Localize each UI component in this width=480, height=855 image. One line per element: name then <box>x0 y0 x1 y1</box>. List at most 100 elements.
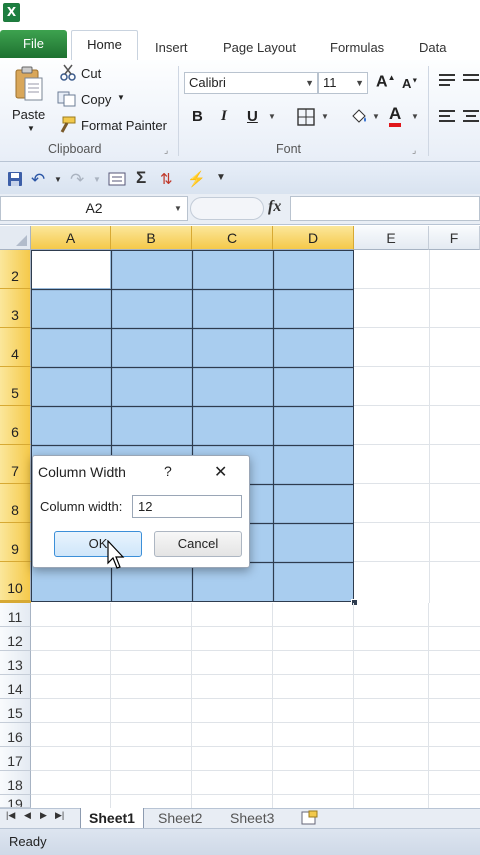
fill-color-icon[interactable] <box>349 107 369 127</box>
row-header-7[interactable]: 7 <box>0 445 31 484</box>
empty-cells[interactable] <box>31 603 480 808</box>
row-header-19[interactable]: 19 <box>0 795 31 808</box>
font-group-label: Font <box>276 142 302 156</box>
row-header-11[interactable]: 11 <box>0 603 31 627</box>
sheet-tab-sheet3[interactable]: Sheet3 <box>230 808 274 828</box>
insert-sheet-icon[interactable] <box>300 810 318 826</box>
last-sheet-icon[interactable]: ▶| <box>55 810 64 821</box>
row-header-3[interactable]: 3 <box>0 289 31 328</box>
wizard-icon[interactable]: ⚡ <box>187 170 206 188</box>
paste-button[interactable]: Paste <box>12 107 45 122</box>
row-header-17[interactable]: 17 <box>0 747 31 771</box>
status-text: Ready <box>9 834 47 849</box>
mouse-cursor-icon <box>106 539 126 572</box>
underline-dropdown-icon[interactable]: ▼ <box>268 112 276 121</box>
row-header-4[interactable]: 4 <box>0 328 31 367</box>
select-all-corner[interactable] <box>0 226 31 250</box>
font-color-dropdown-icon[interactable]: ▼ <box>411 112 419 121</box>
name-box-dropdown-icon[interactable]: ▼ <box>174 204 182 213</box>
format-painter-icon[interactable] <box>57 116 77 134</box>
row-header-5[interactable]: 5 <box>0 367 31 406</box>
copy-icon[interactable] <box>57 91 77 107</box>
borders-dropdown-icon[interactable]: ▼ <box>321 112 329 121</box>
row-header-15[interactable]: 15 <box>0 699 31 723</box>
underline-button[interactable]: U <box>247 108 258 125</box>
insert-function-icon[interactable]: fx <box>268 198 281 216</box>
prev-sheet-icon[interactable]: ◀ <box>24 810 31 821</box>
font-color-button[interactable]: A <box>389 105 402 127</box>
align-left-icon[interactable] <box>438 109 456 123</box>
font-size-select[interactable]: 11 ▼ <box>318 72 368 94</box>
bold-button[interactable]: B <box>192 108 203 125</box>
name-box[interactable]: A2 <box>0 196 188 221</box>
scissors-icon[interactable] <box>59 64 77 82</box>
empty-cells-right[interactable] <box>354 250 480 603</box>
undo-dropdown-icon[interactable]: ▼ <box>54 175 62 184</box>
row-header-8[interactable]: 8 <box>0 484 31 523</box>
close-icon[interactable]: ✕ <box>214 462 227 482</box>
sheet-tab-sheet1[interactable]: Sheet1 <box>80 808 144 828</box>
row-header-2[interactable]: 2 <box>0 250 31 289</box>
copy-button[interactable]: Copy <box>81 92 111 107</box>
column-width-dialog: Column Width ? ✕ Column width: 12 OK Can… <box>32 455 250 568</box>
cancel-button[interactable]: Cancel <box>154 531 242 557</box>
tab-data[interactable]: Data <box>419 36 446 60</box>
clipboard-dialog-launcher-icon[interactable]: ⌟ <box>164 145 168 156</box>
ok-button[interactable]: OK <box>54 531 142 557</box>
customize-toolbar-icon[interactable]: ▼ <box>216 172 226 183</box>
align-middle-icon[interactable] <box>462 73 480 87</box>
tab-home[interactable]: Home <box>71 30 138 61</box>
excel-logo-letter: X <box>4 4 19 21</box>
formula-bar-controls <box>190 197 264 220</box>
row-header-12[interactable]: 12 <box>0 627 31 651</box>
borders-icon[interactable] <box>297 108 315 126</box>
dialog-title: Column Width <box>38 464 126 480</box>
italic-button[interactable]: I <box>221 108 227 125</box>
align-top-icon[interactable] <box>438 73 456 87</box>
redo-icon[interactable]: ↷ <box>70 170 84 190</box>
shrink-font-button[interactable]: A▼ <box>402 76 418 91</box>
save-icon[interactable] <box>7 171 23 187</box>
redo-dropdown-icon[interactable]: ▼ <box>93 175 101 184</box>
column-header-d[interactable]: D <box>273 226 354 250</box>
excel-logo-icon[interactable]: X <box>3 3 20 22</box>
tab-page-layout[interactable]: Page Layout <box>223 36 296 60</box>
tab-file[interactable]: File <box>0 30 67 58</box>
active-cell-a2[interactable] <box>32 251 110 288</box>
row-header-14[interactable]: 14 <box>0 675 31 699</box>
align-center-icon[interactable] <box>462 109 480 123</box>
row-header-18[interactable]: 18 <box>0 771 31 795</box>
tab-insert[interactable]: Insert <box>155 36 188 60</box>
grow-font-button[interactable]: A▲ <box>376 73 395 91</box>
title-bar <box>0 0 480 28</box>
row-header-13[interactable]: 13 <box>0 651 31 675</box>
row-header-9[interactable]: 9 <box>0 523 31 562</box>
column-header-b[interactable]: B <box>111 226 192 250</box>
copy-dropdown-icon[interactable]: ▼ <box>117 93 125 102</box>
next-sheet-icon[interactable]: ▶ <box>40 810 47 821</box>
sort-icon[interactable]: ⇅ <box>160 170 173 188</box>
fill-color-dropdown-icon[interactable]: ▼ <box>372 112 380 121</box>
column-header-f[interactable]: F <box>429 226 480 250</box>
sheet-tab-sheet2[interactable]: Sheet2 <box>158 808 202 828</box>
autosum-icon[interactable]: Σ <box>136 168 146 188</box>
font-dialog-launcher-icon[interactable]: ⌟ <box>412 145 416 156</box>
column-width-input[interactable]: 12 <box>132 495 242 518</box>
font-name-select[interactable]: Calibri ▼ <box>184 72 318 94</box>
formula-input[interactable] <box>290 196 480 221</box>
paste-icon[interactable] <box>13 66 45 104</box>
cut-button[interactable]: Cut <box>81 66 101 81</box>
first-sheet-icon[interactable]: |◀ <box>6 810 15 821</box>
row-header-6[interactable]: 6 <box>0 406 31 445</box>
tab-formulas[interactable]: Formulas <box>330 36 384 60</box>
help-icon[interactable]: ? <box>164 463 172 479</box>
paste-dropdown-icon[interactable]: ▼ <box>27 124 35 133</box>
row-header-16[interactable]: 16 <box>0 723 31 747</box>
column-header-e[interactable]: E <box>354 226 429 250</box>
row-header-10[interactable]: 10 <box>0 562 31 601</box>
form-icon[interactable] <box>108 172 126 186</box>
undo-icon[interactable]: ↶ <box>31 170 45 190</box>
format-painter-button[interactable]: Format Painter <box>81 118 167 133</box>
column-header-a[interactable]: A <box>31 226 111 250</box>
column-header-c[interactable]: C <box>192 226 273 250</box>
